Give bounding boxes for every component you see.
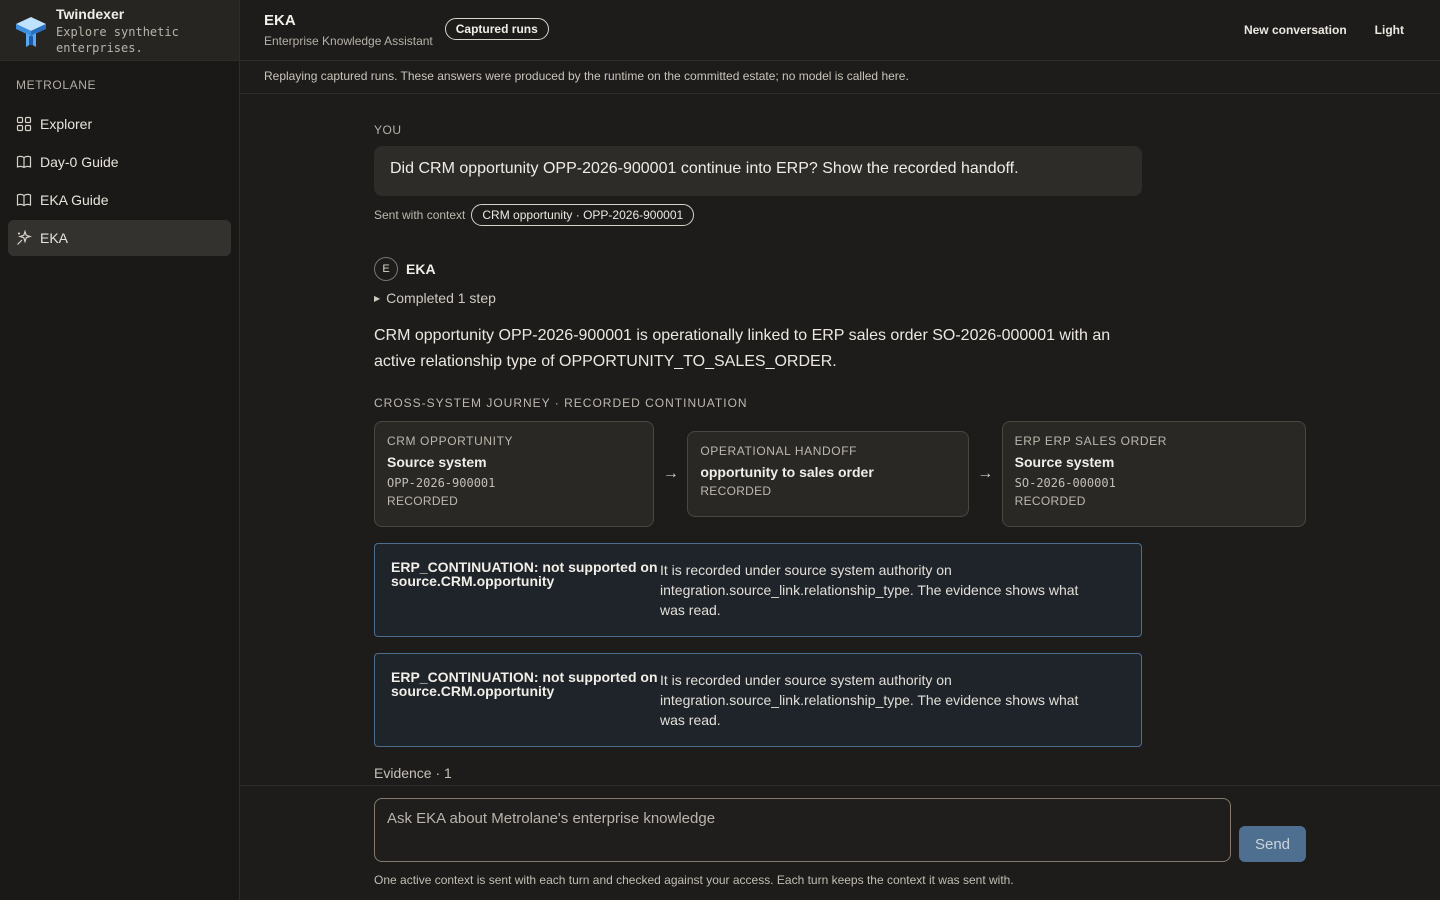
- steps-label: Completed 1 step: [386, 290, 496, 306]
- erp-continuation-callout: ERP_CONTINUATION: not supported on sourc…: [374, 653, 1142, 747]
- captured-runs-badge: Captured runs: [444, 18, 549, 40]
- journey-flow: CRM OPPORTUNITY Source system OPP-2026-9…: [374, 421, 1306, 527]
- journey-kicker: CRM OPPORTUNITY: [387, 434, 514, 448]
- sidebar-item-explorer[interactable]: Explorer: [8, 106, 231, 142]
- journey-title: Source system: [1014, 454, 1115, 470]
- callout-title: ERP_CONTINUATION: not supported on sourc…: [391, 669, 658, 699]
- erp-continuation-callout: ERP_CONTINUATION: not supported on sourc…: [374, 543, 1142, 637]
- sidebar-item-label: Explorer: [40, 116, 93, 132]
- sparkle-icon: [17, 230, 32, 245]
- journey-card-crm: CRM OPPORTUNITY Source system OPP-2026-9…: [374, 421, 655, 527]
- theme-toggle-button[interactable]: Light: [1375, 23, 1404, 37]
- grid-icon: [16, 116, 32, 132]
- sidebar-item-label: EKA Guide: [40, 192, 109, 208]
- new-conversation-button[interactable]: New conversation: [1244, 23, 1347, 37]
- page-title: EKA: [264, 11, 296, 29]
- evidence-link[interactable]: Evidence · 1: [374, 765, 1314, 781]
- sidebar-item-day0-guide[interactable]: Day-0 Guide: [8, 144, 231, 180]
- journey-id: OPP-2026-900001: [387, 476, 496, 490]
- journey-status: RECORDED: [700, 484, 772, 498]
- brand-header[interactable]: Twindexer Explore synthetic enterprises.: [0, 0, 239, 61]
- callout-body: It is recorded under source system autho…: [660, 562, 1079, 618]
- sidebar-section-label: METROLANE: [16, 78, 97, 92]
- page-subtitle: Enterprise Knowledge Assistant: [264, 33, 433, 48]
- brand-tagline: Explore synthetic enterprises.: [56, 25, 179, 55]
- journey-kicker: ERP ERP SALES ORDER: [1014, 434, 1167, 448]
- journey-id: SO-2026-000001: [1014, 476, 1116, 490]
- callout-title: ERP_CONTINUATION: not supported on sourc…: [391, 559, 658, 589]
- book-icon: [16, 193, 32, 207]
- replay-notice: Replaying captured runs. These answers w…: [240, 61, 1440, 94]
- context-chip[interactable]: CRM opportunity · OPP-2026-900001: [471, 204, 695, 226]
- book-icon: [16, 155, 32, 169]
- arrow-right-icon: →: [662, 465, 679, 482]
- sidebar-item-label: Day-0 Guide: [40, 154, 119, 170]
- journey-status: RECORDED: [1014, 494, 1086, 508]
- context-row: Sent with context CRM opportunity · OPP-…: [374, 204, 1314, 226]
- user-message: Did CRM opportunity OPP-2026-900001 cont…: [374, 146, 1142, 196]
- journey-title: Source system: [387, 454, 487, 470]
- conversation-thread: YOU Did CRM opportunity OPP-2026-900001 …: [374, 94, 1314, 781]
- journey-card-handoff: OPERATIONAL HANDOFF opportunity to sales…: [687, 431, 969, 517]
- journey-card-erp: ERP ERP SALES ORDER Source system SO-202…: [1001, 421, 1306, 527]
- assistant-answer: CRM opportunity OPP-2026-900001 is opera…: [374, 327, 1111, 370]
- journey-title: opportunity to sales order: [700, 464, 874, 480]
- sidebar-item-eka-guide[interactable]: EKA Guide: [8, 182, 231, 218]
- sidebar-item-label: EKA: [40, 230, 69, 246]
- avatar: E: [374, 257, 398, 281]
- caret-right-icon: ▶: [374, 293, 381, 303]
- callout-body: It is recorded under source system autho…: [660, 672, 1079, 728]
- composer-area: Ask EKA about Metrolane's enterprise kno…: [240, 785, 1440, 900]
- sidebar-item-eka[interactable]: EKA: [8, 220, 231, 256]
- main-panel: EKA Enterprise Knowledge Assistant Captu…: [240, 0, 1440, 900]
- assistant-name: EKA: [406, 261, 436, 277]
- top-bar: EKA Enterprise Knowledge Assistant Captu…: [240, 0, 1440, 61]
- twindexer-logo-icon: [16, 17, 46, 47]
- context-prefix: Sent with context: [374, 208, 466, 222]
- user-label: YOU: [374, 123, 402, 137]
- assistant-header: E EKA: [374, 257, 1314, 281]
- journey-status: RECORDED: [387, 494, 459, 508]
- brand-name: Twindexer: [56, 6, 125, 22]
- composer-footnote: One active context is sent with each tur…: [374, 873, 1014, 887]
- send-button[interactable]: Send: [1239, 826, 1306, 862]
- sidebar: Twindexer Explore synthetic enterprises.…: [0, 0, 240, 900]
- steps-disclosure[interactable]: ▶ Completed 1 step: [374, 290, 1314, 306]
- arrow-right-icon: →: [977, 465, 994, 482]
- message-input[interactable]: Ask EKA about Metrolane's enterprise kno…: [374, 798, 1231, 862]
- journey-kicker: OPERATIONAL HANDOFF: [700, 444, 858, 458]
- journey-label: CROSS-SYSTEM JOURNEY · RECORDED CONTINUA…: [374, 396, 748, 410]
